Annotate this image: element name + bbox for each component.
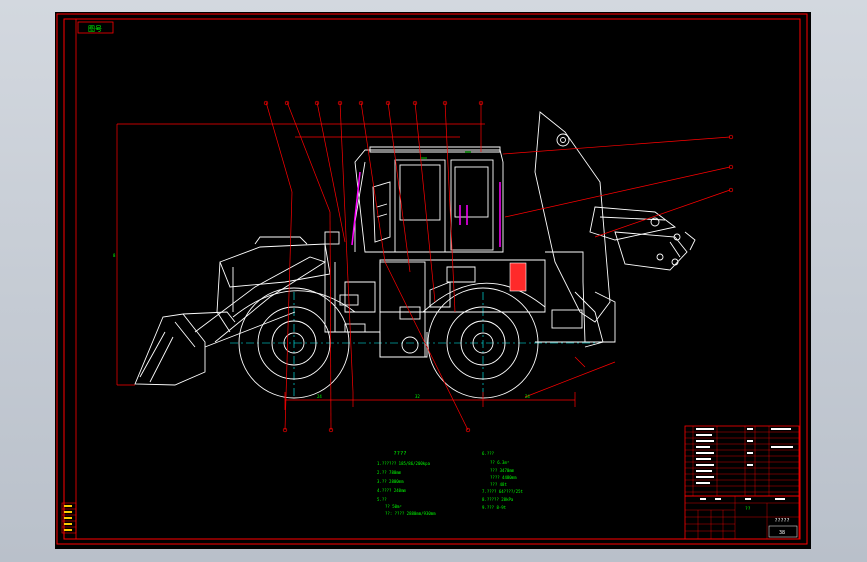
spec-line: ?? 6.3m³	[490, 460, 509, 465]
spec-line: ?? 50m²	[385, 504, 402, 509]
cab-top-marks	[421, 151, 471, 159]
spec-line: 3.?? 2800mm	[377, 479, 404, 484]
cab-rear-window	[450, 159, 494, 251]
spec-line: 5.??	[377, 497, 387, 502]
outer-border	[56, 13, 808, 545]
binding-margin-line	[75, 18, 801, 540]
spec-line: 1.?????? 185/86/200kpa	[377, 461, 431, 466]
spec-line: ??: ???? 2880mm/930mm	[385, 511, 436, 516]
drawing-number-text: 图号	[88, 25, 102, 33]
notes-title: ????	[393, 451, 406, 457]
spec-line: ??? 3470mm	[490, 468, 515, 473]
engine-hood	[219, 243, 331, 288]
svg-text:32: 32	[415, 394, 420, 399]
spec-line: ??? 48t	[490, 482, 507, 487]
specs-left: 1.?????? 185/86/200kpa 2.?? 780mm 3.?? 2…	[377, 461, 436, 516]
svg-text:24: 24	[525, 394, 530, 399]
specs-right: 6.??? ?? 6.3m³ ??? 3470mm ???? 4480mm ??…	[482, 451, 524, 510]
spec-line: 8.????? 28kPa	[482, 497, 514, 502]
drawing-canvas: 图号 8 24 32 24 ???? 1.?????? 185/86/200kp…	[56, 13, 808, 545]
spec-line: 2.?? 780mm	[377, 470, 402, 475]
dimension-values: 8 24 32 24	[113, 253, 530, 399]
balloon-markers	[263, 100, 734, 433]
spec-line: 9.??? 8-9t	[482, 505, 507, 510]
height-dimension	[116, 123, 485, 386]
spec-line: 7.???? 64????/25t	[482, 489, 524, 494]
parts-list-table	[684, 425, 800, 497]
inner-border	[63, 18, 801, 540]
svg-text:24: 24	[317, 394, 322, 399]
title-block-mid-label: ??	[745, 506, 751, 512]
backhoe-boom	[534, 111, 611, 323]
rear-frame	[545, 251, 586, 343]
title-block-code: 38	[779, 530, 785, 536]
title-block: ?? ????? 38	[684, 495, 800, 540]
cab-door	[394, 159, 446, 253]
spec-line: 6.???	[482, 451, 495, 456]
title-block-name: ?????	[774, 518, 789, 524]
spec-line: 4.???? 240mm	[377, 488, 406, 493]
operator-seat	[372, 181, 391, 243]
backhoe-loader-outline	[134, 111, 696, 399]
svg-text:8: 8	[113, 253, 116, 258]
spec-line: ???? 4480mm	[490, 475, 517, 480]
rear-red-block	[509, 262, 527, 292]
cad-viewport[interactable]: 图号 8 24 32 24 ???? 1.?????? 185/86/200kp…	[55, 12, 811, 549]
loader-bucket	[134, 313, 206, 386]
stabilizer-leg	[574, 291, 604, 348]
